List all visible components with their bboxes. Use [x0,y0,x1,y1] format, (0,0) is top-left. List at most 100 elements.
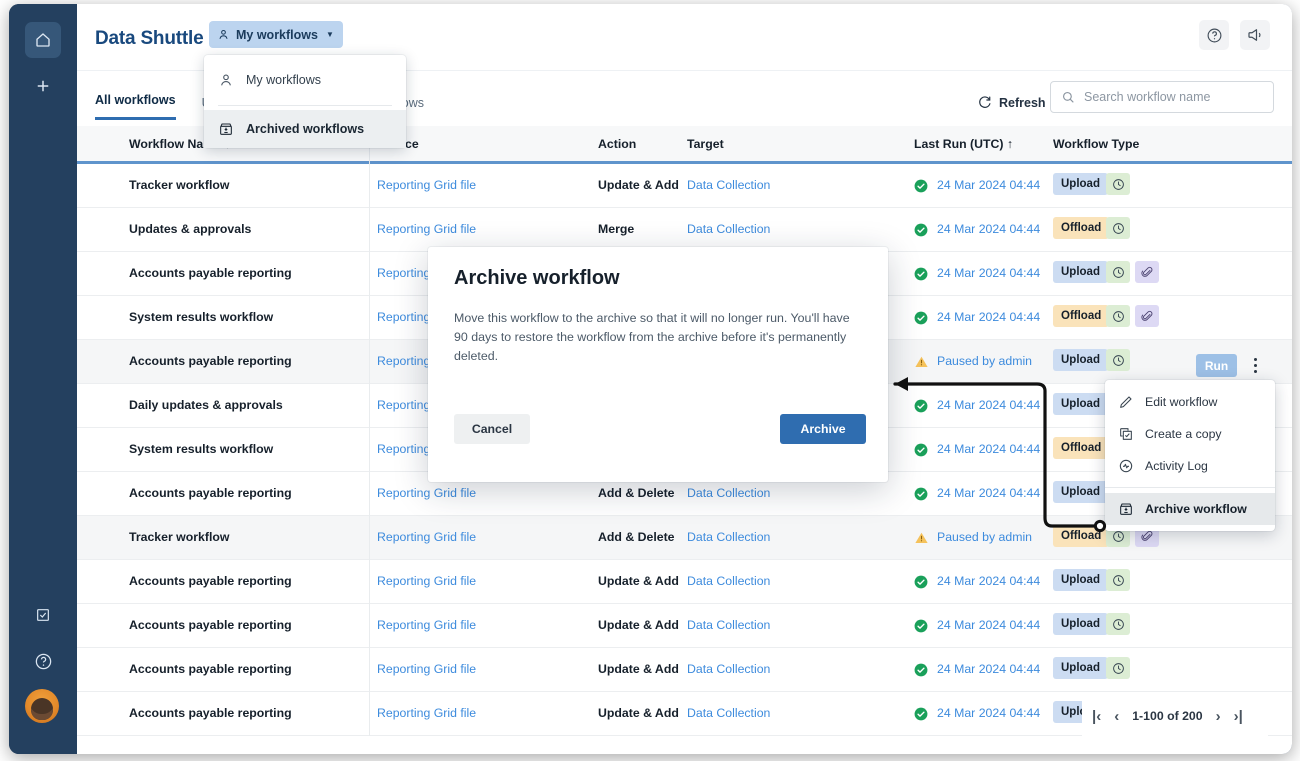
rail-item-help[interactable] [25,643,61,679]
page-first-icon[interactable]: |‹ [1092,709,1101,724]
dropdown-item-archived-workflows[interactable]: Archived workflows [204,110,406,148]
search-input[interactable] [1084,90,1256,104]
chip-schedule[interactable] [1106,173,1130,195]
chevron-right-icon[interactable]: › [1216,709,1221,724]
cell-workflow-name: Tracker workflow [129,178,230,192]
chip-schedule[interactable] [1106,569,1130,591]
cell-action: Update & Add [598,618,679,632]
chip-attachment[interactable] [1135,261,1159,283]
cell-source[interactable]: Reporting Grid file [377,706,476,720]
table-row[interactable]: Accounts payable reporting Reporting Grid… [77,604,1292,648]
column-divider [369,208,370,252]
avatar[interactable] [25,689,59,723]
search-icon [1062,91,1074,103]
cell-source[interactable]: Reporting Grid file [377,618,476,632]
refresh-label: Refresh [999,95,1046,110]
refresh-button[interactable]: Refresh [977,95,1046,110]
cell-target[interactable]: Data Collection [687,178,770,192]
cell-workflow-name: Accounts payable reporting [129,618,292,632]
menu-item-create-a-copy[interactable]: Create a copy [1105,418,1275,450]
cell-source[interactable]: Reporting Grid file [377,530,476,544]
home-icon [36,33,50,47]
cell-source[interactable]: Reporting Grid file [377,178,476,192]
schedule-clock-icon [1112,222,1124,234]
copy-check-icon [1120,428,1132,440]
menu-item-activity-log[interactable]: Activity Log [1105,450,1275,482]
badge-workflow-type: Offload [1053,217,1110,239]
cell-workflow-name: System results workflow [129,310,274,324]
chip-schedule[interactable] [1106,657,1130,679]
badge-workflow-type: Offload [1053,305,1110,327]
rail-item-home[interactable] [25,22,61,58]
dropdown-item-my-workflows[interactable]: My workflows [204,61,406,99]
cell-run-status-icon [914,575,928,589]
cell-target[interactable]: Data Collection [687,706,770,720]
search-box[interactable] [1050,81,1274,113]
chip-schedule[interactable] [1106,613,1130,635]
cell-target[interactable]: Data Collection [687,662,770,676]
chevron-left-icon[interactable]: ‹ [1114,709,1119,724]
pagination-range: 1-100 of 200 [1132,709,1203,723]
cell-target[interactable]: Data Collection [687,486,770,500]
chip-attachment[interactable] [1135,305,1159,327]
cell-action: Update & Add [598,574,679,588]
table-row[interactable]: Tracker workflow Reporting Grid file Updat… [77,164,1292,208]
cell-source[interactable]: Reporting Grid file [377,662,476,676]
cell-last-run: Paused by admin [937,354,1033,368]
archive-confirm-button[interactable]: Archive [780,414,866,444]
chip-schedule[interactable] [1106,217,1130,239]
cancel-button[interactable]: Cancel [454,414,530,444]
page-last-icon[interactable]: ›| [1234,709,1243,724]
schedule-clock-icon [1112,662,1124,674]
run-button[interactable]: Run [1196,354,1237,377]
status-success-icon [914,311,928,325]
sort-arrow-icon: ↑ [1006,137,1014,151]
tab-all-workflows[interactable]: All workflows [95,93,176,120]
cell-source[interactable]: Reporting Grid file [377,222,476,236]
header-help-button[interactable] [1199,20,1229,50]
column-header-action[interactable]: Action [598,137,636,151]
cell-source[interactable]: Reporting Grid file [377,574,476,588]
column-divider [369,252,370,296]
cell-target[interactable]: Data Collection [687,530,770,544]
status-success-icon [914,443,928,457]
cell-source[interactable]: Reporting Grid file [377,486,476,500]
rail-item-tasks[interactable] [25,597,61,633]
column-header-workflow-type[interactable]: Workflow Type [1053,137,1139,151]
cell-target[interactable]: Data Collection [687,574,770,588]
chip-schedule[interactable] [1106,261,1130,283]
row-more-actions-button[interactable] [1247,350,1263,380]
column-header-last-run[interactable]: Last Run (UTC) ↑ [914,137,1013,151]
cell-action: Merge [598,222,635,236]
status-success-icon [914,267,928,281]
attachment-link-icon [1140,266,1152,277]
left-nav-rail [9,4,77,754]
archive-workflow-dialog: Archive workflow Move this workflow to t… [428,247,888,482]
row-context-menu: Edit workflow Create a copy Activity Log [1105,380,1275,531]
menu-item-label: Create a copy [1145,427,1222,441]
cell-workflow-name: Updates & approvals [129,222,252,236]
badge-workflow-type: Upload [1053,349,1108,371]
rail-item-add[interactable] [25,68,61,104]
person-icon [219,29,228,39]
menu-item-archive-workflow[interactable]: Archive workflow [1105,493,1275,525]
cell-run-status-icon [914,399,928,413]
badge-workflow-type: Upload [1053,613,1108,635]
column-header-target[interactable]: Target [687,137,724,151]
column-divider [369,340,370,384]
column-divider [369,648,370,692]
cell-target[interactable]: Data Collection [687,222,770,236]
table-row[interactable]: Accounts payable reporting Reporting Grid… [77,648,1292,692]
workspace-switcher-button[interactable]: My workflows ▼ [209,21,343,48]
cell-target[interactable]: Data Collection [687,618,770,632]
cell-workflow-name: Accounts payable reporting [129,266,292,280]
page-title: Data Shuttle [95,28,204,49]
menu-item-edit-workflow[interactable]: Edit workflow [1105,386,1275,418]
header-announcements-button[interactable] [1240,20,1270,50]
dropdown-item-label: Archived workflows [246,122,365,136]
chip-schedule[interactable] [1106,305,1130,327]
cell-workflow-name: Daily updates & approvals [129,398,283,412]
table-row[interactable]: Updates & approvals Reporting Grid file Me… [77,208,1292,252]
chip-schedule[interactable] [1106,349,1130,371]
table-row[interactable]: Accounts payable reporting Reporting Grid… [77,560,1292,604]
